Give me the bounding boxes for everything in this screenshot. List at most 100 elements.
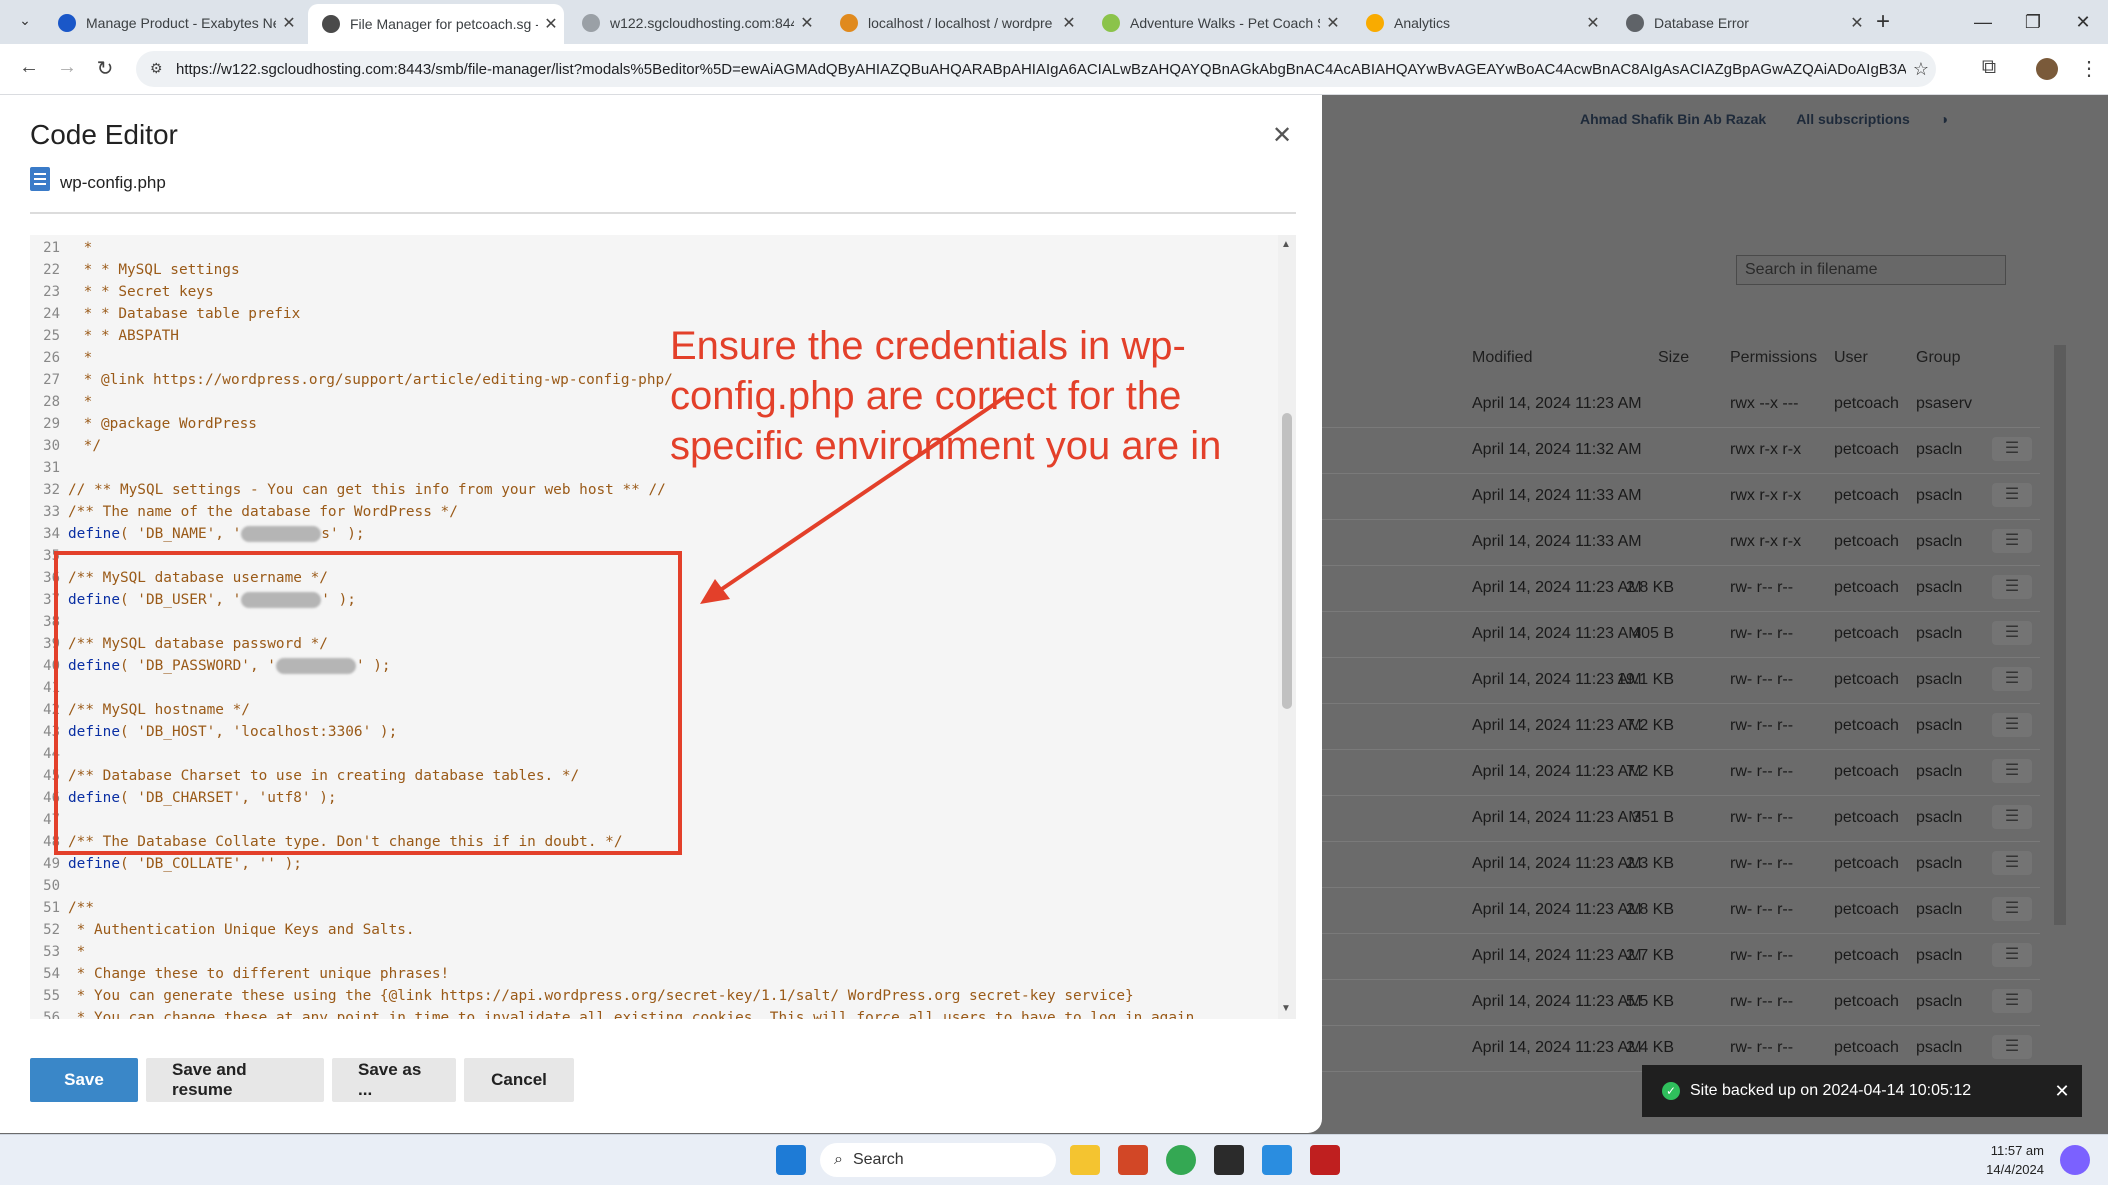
file-row[interactable]: April 14, 2024 11:33 AM rwx r-x r-x petcoa… (1320, 519, 2040, 566)
site-info-icon[interactable]: ⚙ (150, 60, 163, 77)
tab-title: Manage Product - Exabytes Ne (86, 15, 276, 31)
vscode-icon[interactable] (1262, 1145, 1292, 1175)
col-permissions[interactable]: Permissions (1730, 349, 1817, 367)
tab-search-icon[interactable]: ⌄ (14, 12, 36, 32)
tab-close-icon[interactable]: ✕ (1320, 13, 1346, 33)
copilot-icon[interactable] (2060, 1145, 2090, 1175)
row-menu-icon[interactable]: ☰ (1992, 437, 2032, 461)
back-icon[interactable]: ← (16, 56, 42, 79)
tab-close-icon[interactable]: ✕ (794, 13, 820, 33)
file-row[interactable]: April 14, 2024 11:23 AM 351 Brw- r-- r-- p… (1320, 795, 2040, 842)
tab-close-icon[interactable]: ✕ (538, 14, 564, 34)
cancel-button[interactable]: Cancel (464, 1058, 574, 1102)
close-window-icon[interactable]: ✕ (2058, 12, 2108, 33)
annotation-text: Ensure the credentials in wp-config.php … (670, 324, 1222, 468)
file-group: psacln (1916, 671, 1963, 688)
file-row[interactable]: April 14, 2024 11:23 AM 2.8 KB rw- r-- r--… (1320, 887, 2040, 934)
new-tab-icon[interactable]: + (1876, 8, 1890, 36)
url-field[interactable]: ⚙ https://w122.sgcloudhosting.com:8443/s… (136, 51, 1936, 87)
minimize-icon[interactable]: — (1958, 12, 2008, 33)
file-row[interactable]: April 14, 2024 11:23 AM 7.2 KB rw- r-- r--… (1320, 703, 2040, 750)
row-menu-icon[interactable]: ☰ (1992, 759, 2032, 783)
profile-avatar[interactable] (2036, 58, 2058, 80)
file-group: psaserv (1916, 395, 1973, 412)
tab-close-icon[interactable]: ✕ (1580, 13, 1606, 33)
file-row[interactable]: April 14, 2024 11:23 AM 2.8 KB rw- r-- r--… (1320, 565, 2040, 612)
tab-6[interactable]: Analytics ✕ (1352, 6, 1606, 40)
tab-3[interactable]: w122.sgcloudhosting.com:8443 ✕ (568, 6, 820, 40)
tab-close-icon[interactable]: ✕ (1844, 13, 1870, 33)
row-menu-icon[interactable]: ☰ (1992, 621, 2032, 645)
start-icon[interactable] (776, 1145, 806, 1175)
col-group[interactable]: Group (1916, 349, 1960, 367)
row-menu-icon[interactable]: ☰ (1992, 851, 2032, 875)
file-row[interactable]: April 14, 2024 11:23 AM 2.3 KB rw- r-- r--… (1320, 841, 2040, 888)
editor-buttons: Save Save and resume Save as ... Cancel (30, 1058, 574, 1102)
row-menu-icon[interactable]: ☰ (1992, 529, 2032, 553)
file-modified: April 14, 2024 11:23 AM (1472, 395, 1642, 412)
file-row[interactable]: April 14, 2024 11:23 AM 405 Brw- r-- r-- p… (1320, 611, 2040, 658)
browser-menu-icon[interactable]: ⋮ (2076, 56, 2102, 81)
powerpoint-icon[interactable] (1118, 1145, 1148, 1175)
tab-5[interactable]: Adventure Walks - Pet Coach S ✕ (1088, 6, 1346, 40)
tab-2[interactable]: File Manager for petcoach.sg - ✕ (308, 4, 564, 44)
bookmark-star-icon[interactable]: ☆ (1906, 59, 1936, 80)
forward-icon[interactable]: → (54, 56, 80, 79)
tab-close-icon[interactable]: ✕ (1056, 13, 1082, 33)
search-in-filename-input[interactable]: Search in filename (1736, 255, 2006, 285)
col-size[interactable]: Size (1658, 349, 1689, 367)
restore-icon[interactable]: ❐ (2008, 12, 2058, 33)
tab-favicon-icon (1366, 14, 1384, 32)
row-menu-icon[interactable]: ☰ (1992, 897, 2032, 921)
file-size: 2.7 KB (1625, 947, 1674, 964)
file-row[interactable]: April 14, 2024 11:23 AM rwx --x --- petcoa… (1320, 381, 2040, 428)
col-user[interactable]: User (1834, 349, 1868, 367)
row-menu-icon[interactable]: ☰ (1992, 805, 2032, 829)
tab-favicon-icon (582, 14, 600, 32)
taskbar-search[interactable]: ⌕ Search (820, 1143, 1056, 1177)
system-clock[interactable]: 11:57 am 14/4/2024 (1986, 1141, 2044, 1179)
row-menu-icon[interactable]: ☰ (1992, 943, 2032, 967)
file-list-scrollbar[interactable] (2054, 345, 2066, 925)
tab-title: Database Error (1654, 15, 1749, 31)
file-row[interactable]: April 14, 2024 11:23 AM 2.7 KB rw- r-- r--… (1320, 933, 2040, 980)
toast-close-icon[interactable]: ✕ (2042, 1081, 2082, 1102)
tab-close-icon[interactable]: ✕ (276, 13, 302, 33)
reload-icon[interactable]: ↻ (92, 56, 118, 81)
tab-title: localhost / localhost / wordpre (868, 15, 1053, 31)
save-and-resume-button[interactable]: Save and resume (146, 1058, 324, 1102)
file-permissions: rwx --x --- (1730, 395, 1799, 412)
file-user: petcoach (1834, 901, 1899, 918)
tab-7[interactable]: Database Error ✕ (1612, 6, 1870, 40)
row-menu-icon[interactable]: ☰ (1992, 713, 2032, 737)
row-menu-icon[interactable]: ☰ (1992, 483, 2032, 507)
terminal-icon[interactable] (1214, 1145, 1244, 1175)
file-row[interactable]: April 14, 2024 11:33 AM rwx r-x r-x petcoa… (1320, 473, 2040, 520)
tab-1[interactable]: Manage Product - Exabytes Ne ✕ (44, 6, 302, 40)
subscriptions-menu[interactable]: All subscriptions (1796, 111, 1910, 127)
file-explorer-icon[interactable] (1070, 1145, 1100, 1175)
tab-4[interactable]: localhost / localhost / wordpre ✕ (826, 6, 1082, 40)
file-group: psacln (1916, 809, 1963, 826)
save-as-button[interactable]: Save as ... (332, 1058, 456, 1102)
save-button[interactable]: Save (30, 1058, 138, 1102)
file-row[interactable]: April 14, 2024 11:32 AM rwx r-x r-x petcoa… (1320, 427, 2040, 474)
file-row[interactable]: April 14, 2024 11:23 AM 5.5 KB rw- r-- r--… (1320, 979, 2040, 1026)
file-row[interactable]: April 14, 2024 11:23 AM 7.2 KB rw- r-- r--… (1320, 749, 2040, 796)
user-menu[interactable]: Ahmad Shafik Bin Ab Razak (1580, 111, 1766, 127)
file-modified: April 14, 2024 11:33 AM (1472, 487, 1642, 504)
row-menu-icon[interactable]: ☰ (1992, 1035, 2032, 1059)
row-menu-icon[interactable]: ☰ (1992, 667, 2032, 691)
chrome-icon[interactable] (1166, 1145, 1196, 1175)
theme-icon[interactable]: ◑ (1940, 111, 1948, 127)
file-row[interactable]: April 14, 2024 11:23 AM 19.1 KB rw- r-- r-… (1320, 657, 2040, 704)
file-group: psacln (1916, 487, 1963, 504)
row-menu-icon[interactable]: ☰ (1992, 575, 2032, 599)
file-permissions: rw- r-- r-- (1730, 625, 1794, 642)
file-group: psacln (1916, 625, 1963, 642)
col-modified[interactable]: Modified (1472, 349, 1532, 367)
tab-title: File Manager for petcoach.sg - (350, 16, 538, 32)
row-menu-icon[interactable]: ☰ (1992, 989, 2032, 1013)
extensions-icon[interactable]: ⧉ (1976, 56, 2002, 79)
filezilla-icon[interactable] (1310, 1145, 1340, 1175)
